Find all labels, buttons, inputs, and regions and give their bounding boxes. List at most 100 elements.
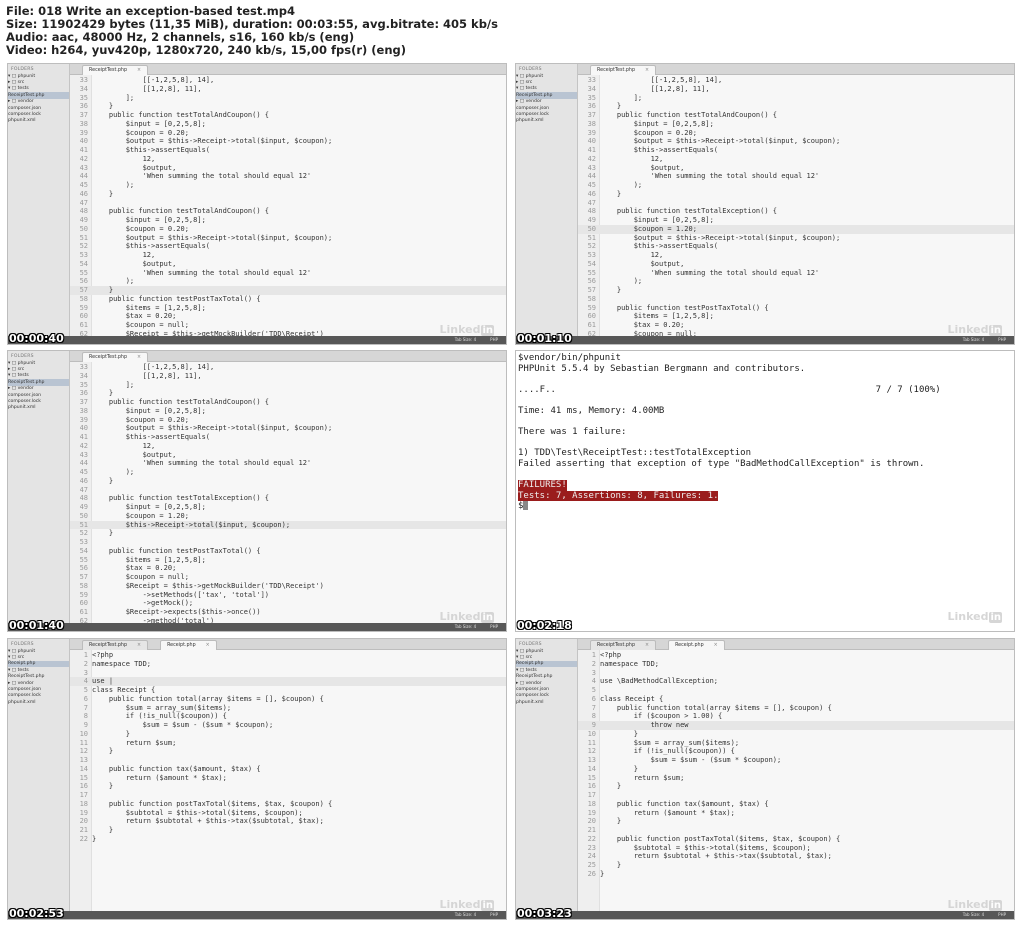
code-line: 19 $subtotal = $this->total($items, $cou… bbox=[70, 809, 506, 818]
code-text: 'When summing the total should equal 12' bbox=[600, 172, 820, 181]
line-number: 53 bbox=[587, 251, 596, 259]
tab-bar: ReceiptTest.php × Receipt.php × bbox=[70, 639, 506, 650]
code-text: <?php bbox=[600, 651, 622, 659]
code-text: $subtotal = $this->total($items, $coupon… bbox=[600, 843, 811, 852]
linkedin-logo: Linked in bbox=[947, 323, 1002, 336]
code-text: $coupon = 0.20; bbox=[92, 224, 189, 233]
code-line: 21 bbox=[578, 826, 1014, 835]
code-line: 47 bbox=[70, 486, 506, 495]
code-text: use | bbox=[92, 677, 114, 686]
code-editor[interactable]: 33 [[-1,2,5,8], 14], 34 [[1,2,8], 11], 35 … bbox=[578, 76, 1014, 336]
code-line: 49 $input = [0,2,5,8]; bbox=[578, 216, 1014, 225]
code-line: 4 use | bbox=[70, 677, 506, 686]
line-number: 2 bbox=[83, 659, 88, 668]
close-icon[interactable]: × bbox=[645, 68, 649, 73]
syntax-status[interactable]: PHP bbox=[490, 624, 498, 629]
code-line: 11 return $sum; bbox=[70, 739, 506, 748]
code-text: 12, bbox=[92, 251, 156, 259]
code-line: 33 [[-1,2,5,8], 14], bbox=[578, 76, 1014, 85]
code-editor[interactable]: 33 [[-1,2,5,8], 14], 34 [[1,2,8], 11], 35 … bbox=[70, 76, 506, 336]
tab-size-status[interactable]: Tab Size: 4 bbox=[963, 912, 984, 917]
syntax-status[interactable]: PHP bbox=[490, 337, 498, 342]
close-icon[interactable]: × bbox=[137, 68, 141, 73]
syntax-status[interactable]: PHP bbox=[490, 912, 498, 917]
line-number: 61 bbox=[79, 608, 88, 616]
close-icon[interactable]: × bbox=[206, 643, 210, 648]
code-line: 55 'When summing the total should equal … bbox=[70, 269, 506, 278]
tab-size-status[interactable]: Tab Size: 4 bbox=[455, 912, 476, 917]
close-icon[interactable]: × bbox=[137, 355, 141, 360]
line-number: 57 bbox=[587, 286, 596, 294]
code-line: 7 public function total(array $items = [… bbox=[578, 704, 1014, 713]
line-number: 51 bbox=[79, 233, 88, 242]
code-text: $items = [1,2,5,8]; bbox=[92, 303, 206, 312]
sidebar-item[interactable]: phpunit.xml bbox=[8, 405, 69, 411]
close-icon[interactable]: × bbox=[714, 643, 718, 648]
code-text: public function testTotalException() { bbox=[92, 494, 270, 503]
code-editor[interactable]: 33 [[-1,2,5,8], 14], 34 [[1,2,8], 11], 35 … bbox=[70, 363, 506, 623]
editor-tab[interactable]: ReceiptTest.php × bbox=[82, 640, 149, 650]
terminal-output[interactable]: $vendor/bin/phpunit PHPUnit 5.5.4 by Seba… bbox=[516, 351, 1014, 512]
editor-tab[interactable]: ReceiptTest.php × bbox=[590, 65, 657, 75]
code-text: $input = [0,2,5,8]; bbox=[92, 503, 206, 511]
sidebar-item[interactable]: phpunit.xml bbox=[8, 699, 69, 705]
code-line: 52 $this->assertEquals( bbox=[70, 242, 506, 251]
editor-tab[interactable]: Receipt.php × bbox=[668, 640, 725, 650]
code-editor[interactable]: 1 <?php 2 namespace TDD; 3 4 use | 5 class Recei… bbox=[70, 651, 506, 911]
sidebar-item[interactable]: phpunit.xml bbox=[516, 699, 577, 705]
line-number: 54 bbox=[79, 259, 88, 268]
sidebar-item[interactable]: phpunit.xml bbox=[516, 118, 577, 124]
code-text: $this->assertEquals( bbox=[600, 146, 719, 154]
line-number: 17 bbox=[79, 791, 88, 799]
code-line: 34 [[1,2,8], 11], bbox=[578, 85, 1014, 94]
code-line: 58 $Receipt = $this->getMockBuilder('TDD… bbox=[70, 582, 506, 591]
code-text: $output = $this->Receipt->total($input, … bbox=[600, 137, 841, 146]
code-line: 39 $coupon = 0.20; bbox=[70, 129, 506, 138]
code-line: 42 12, bbox=[70, 442, 506, 451]
sidebar-item[interactable]: phpunit.xml bbox=[8, 118, 69, 124]
line-number: 36 bbox=[79, 389, 88, 398]
code-line: 54 $output, bbox=[578, 260, 1014, 269]
line-number: 49 bbox=[587, 216, 596, 224]
line-number: 38 bbox=[79, 406, 88, 415]
timestamp: 00:01:10 bbox=[517, 332, 572, 345]
syntax-status[interactable]: PHP bbox=[998, 912, 1006, 917]
tab-size-status[interactable]: Tab Size: 4 bbox=[455, 624, 476, 629]
code-text: [[1,2,8], 11], bbox=[600, 84, 710, 93]
line-number: 15 bbox=[79, 773, 88, 782]
code-text: $coupon = null; bbox=[92, 321, 189, 329]
code-line: 49 $input = [0,2,5,8]; bbox=[70, 503, 506, 512]
code-text: $tax = 0.20; bbox=[92, 312, 177, 321]
code-text: $input = [0,2,5,8]; bbox=[600, 119, 714, 128]
line-number: 4 bbox=[83, 677, 88, 686]
editor-tab[interactable]: Receipt.php × bbox=[160, 640, 217, 650]
line-number: 35 bbox=[79, 380, 88, 389]
code-text: ); bbox=[92, 277, 135, 286]
editor-tab[interactable]: ReceiptTest.php × bbox=[82, 65, 149, 75]
line-number: 56 bbox=[587, 277, 596, 286]
code-text: $sum = $sum - ($sum * $coupon); bbox=[92, 721, 274, 729]
line-number: 13 bbox=[79, 756, 88, 764]
syntax-status[interactable]: PHP bbox=[998, 337, 1006, 342]
tab-size-status[interactable]: Tab Size: 4 bbox=[455, 337, 476, 342]
code-line: 53 12, bbox=[70, 251, 506, 260]
code-line: 60 $items = [1,2,5,8]; bbox=[578, 312, 1014, 321]
line-number: 23 bbox=[587, 843, 596, 852]
code-line: 42 12, bbox=[578, 155, 1014, 164]
editor-tab[interactable]: ReceiptTest.php × bbox=[82, 352, 149, 362]
code-line: 15 return ($amount * $tax); bbox=[70, 774, 506, 783]
code-line: 9 $sum = $sum - ($sum * $coupon); bbox=[70, 721, 506, 730]
tab-size-status[interactable]: Tab Size: 4 bbox=[963, 337, 984, 342]
tab-bar: ReceiptTest.php × bbox=[578, 64, 1014, 75]
line-number: 7 bbox=[83, 703, 88, 712]
code-editor[interactable]: 1 <?php 2 namespace TDD; 3 4 use \BadMethodCal… bbox=[578, 651, 1014, 911]
code-text: $output, bbox=[92, 259, 177, 268]
editor-tab[interactable]: ReceiptTest.php × bbox=[590, 640, 657, 650]
code-line: 52 $this->assertEquals( bbox=[578, 242, 1014, 251]
code-line: 56 ); bbox=[578, 277, 1014, 286]
close-icon[interactable]: × bbox=[645, 643, 649, 648]
code-line: 22 public function postTaxTotal($items, … bbox=[578, 835, 1014, 844]
close-icon[interactable]: × bbox=[137, 643, 141, 648]
